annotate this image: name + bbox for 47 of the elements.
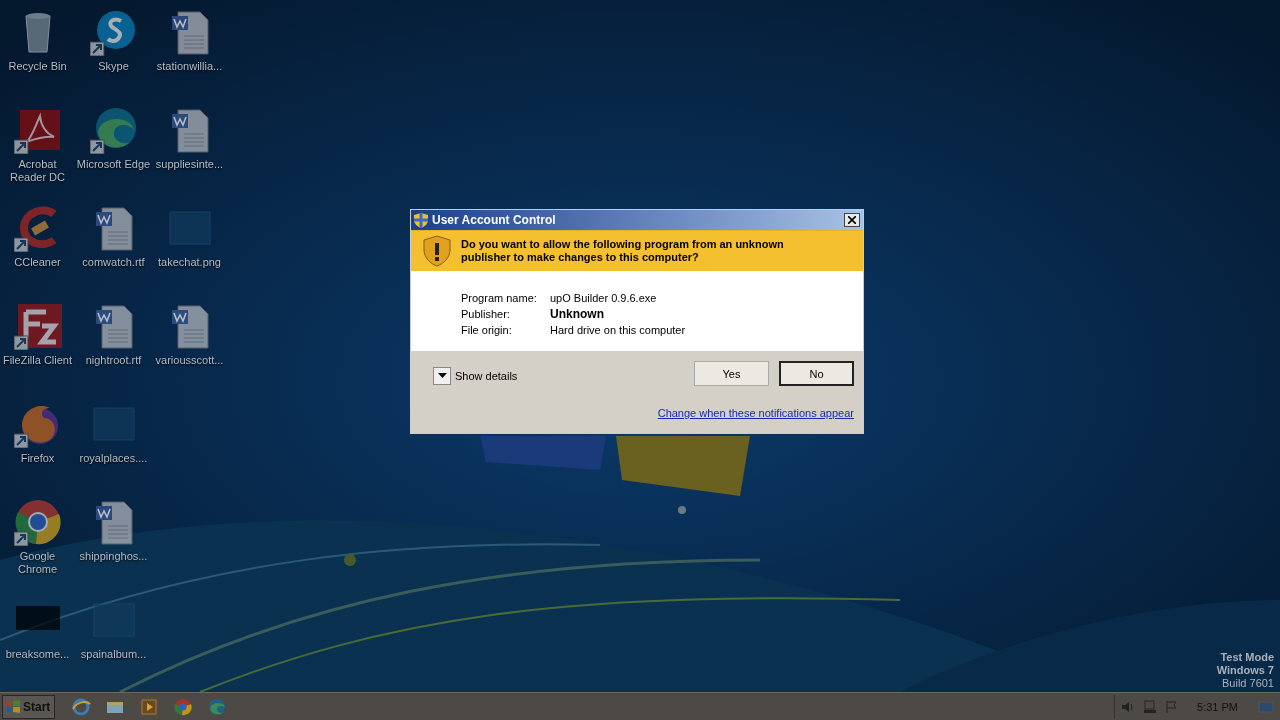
field-label: Program name: (461, 292, 538, 304)
warning-question: Do you want to allow the following program from an unknown publisher to make changes to this computer? (461, 238, 785, 264)
icon-label[interactable]: Firefox (20, 452, 55, 465)
icon-label[interactable]: comwatch.rtf (82, 256, 145, 269)
icon-label[interactable]: takechat.png (158, 256, 221, 269)
browser-icon[interactable] (173, 696, 194, 717)
icon-label[interactable]: CCleaner (14, 256, 61, 269)
icon-label[interactable]: Acrobat Reader DC (0, 158, 75, 184)
system-notice-text: Test Mode (1220, 651, 1274, 664)
icon-label[interactable]: suppliesinte... (155, 158, 224, 171)
warning-shield-icon (423, 235, 451, 267)
icon-label[interactable]: breaksome... (5, 648, 70, 661)
app-shortcut-icon[interactable] (89, 8, 138, 56)
details-toggle-label[interactable]: Show details (455, 369, 518, 382)
icon-label[interactable]: Microsoft Edge (76, 158, 151, 171)
windows-logo-icon (5, 698, 21, 715)
icon-label[interactable]: shippinghos... (79, 550, 148, 563)
icon-label[interactable]: Recycle Bin (8, 60, 67, 73)
dialog-button[interactable]: Yes (694, 361, 769, 386)
icon-label[interactable]: spainalbum... (80, 648, 147, 661)
settings-link[interactable]: Change when these notifications appear (657, 407, 854, 419)
app-shortcut-icon[interactable] (89, 106, 138, 154)
caret-down-icon (437, 373, 447, 378)
close-button[interactable] (844, 213, 860, 227)
media-player-icon[interactable] (139, 696, 160, 717)
field-value: Hard drive on this computer (550, 324, 687, 336)
app-shortcut-icon[interactable] (13, 302, 62, 350)
dialog-button[interactable]: No (779, 361, 854, 386)
icon-label[interactable]: FileZilla Client (2, 354, 73, 367)
system-notice-text: Windows 7 (1216, 664, 1274, 677)
browser-icon[interactable] (71, 696, 92, 717)
icon-label[interactable]: stationwillia... (156, 60, 223, 73)
icon-label[interactable]: Google Chrome (0, 550, 75, 576)
shield-icon (414, 212, 428, 228)
icon-label[interactable]: royalplaces.... (79, 452, 148, 465)
field-value: Unknown (550, 307, 605, 321)
icon-label[interactable]: variousscott... (155, 354, 224, 367)
icon-label[interactable]: Skype (98, 60, 129, 73)
window-title: User Account Control (432, 213, 557, 227)
field-value: upO Builder 0.9.6.exe (550, 292, 658, 304)
app-shortcut-icon[interactable] (13, 498, 62, 546)
system-notice-text: Build 7601 (1222, 677, 1274, 690)
close-icon (848, 216, 856, 224)
field-label: Publisher: (461, 308, 511, 320)
field-label: File origin: (461, 324, 513, 336)
icon-label[interactable]: nightroot.rtf (85, 354, 142, 367)
details-toggle-button[interactable] (433, 366, 451, 385)
